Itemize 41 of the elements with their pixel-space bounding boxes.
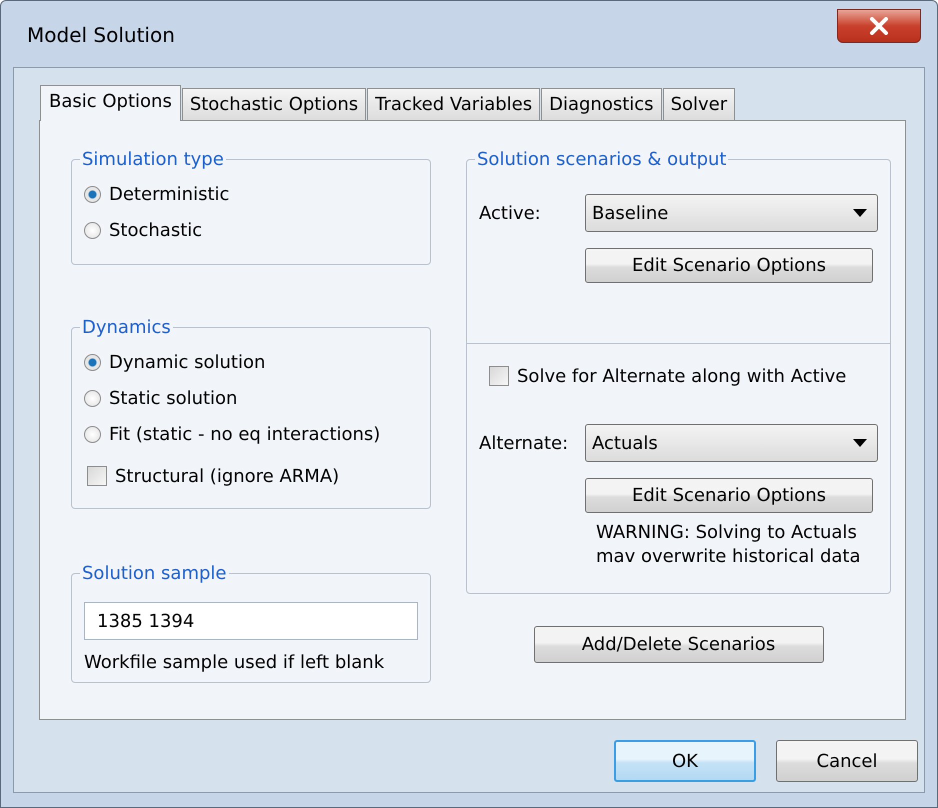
group-title: Dynamics [81,317,172,338]
scenario-dropdown[interactable]: Actuals [585,424,878,462]
close-button[interactable] [837,9,921,43]
dropdown-caret-icon [853,439,867,447]
checkbox[interactable] [489,366,509,386]
group-title: Solution scenarios & output [476,149,728,170]
group-title: Solution sample [81,563,228,584]
scenario-dropdown[interactable]: Baseline [585,194,878,232]
checkbox-label: Structural (ignore ARMA) [115,466,340,486]
option-label: Stochastic [109,220,202,240]
close-icon [868,17,890,35]
tab[interactable]: Solver [662,88,736,120]
edit-scenario-button[interactable]: Edit Scenario Options [585,248,873,283]
radio-button[interactable] [84,222,101,238]
tab[interactable]: Basic Options [40,85,181,121]
radio-button[interactable] [84,186,101,202]
radio-button[interactable] [84,390,101,406]
dialog-button[interactable]: OK [614,740,756,782]
sample-input-field[interactable]: 1385 1394 [84,602,418,640]
option-label: Dynamic solution [109,352,266,372]
warning-text: WARNING: Solving to Actuals [596,521,858,545]
checkbox-label: Solve for Alternate along with Active [517,366,846,386]
window-title: Model Solution [27,23,175,47]
checkbox[interactable] [87,466,107,486]
radio-button[interactable] [84,426,101,442]
dropdown-caret-icon [853,209,867,217]
add-delete-scenarios-button[interactable]: Add/Delete Scenarios [534,626,824,663]
option-label: Static solution [109,388,238,408]
field-label: Active: [479,202,542,224]
tab[interactable]: Stochastic Options [182,88,366,120]
hint-text: Workfile sample used if left blank [84,652,386,673]
option-label: Deterministic [109,184,230,204]
tab[interactable]: Tracked Variables [367,88,540,120]
option-label: Fit (static - no eq interactions) [109,424,380,444]
radio-button[interactable] [84,354,101,370]
group-title: Simulation type [81,149,225,170]
dialog-button[interactable]: Cancel [776,740,918,782]
edit-scenario-button[interactable]: Edit Scenario Options [585,478,873,513]
warning-text: mav overwrite historical data [596,545,862,569]
field-label: Alternate: [479,432,570,454]
tab[interactable]: Diagnostics [541,88,662,120]
